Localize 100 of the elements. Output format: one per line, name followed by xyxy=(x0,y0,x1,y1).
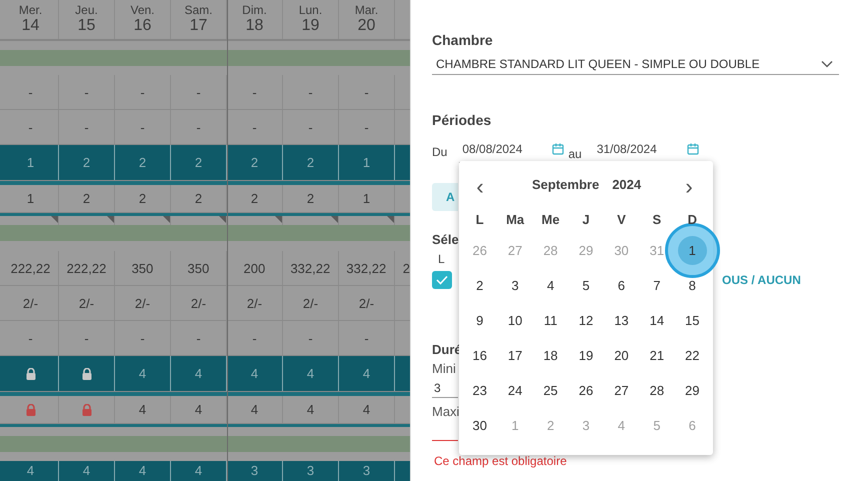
calendar-day[interactable]: 22 xyxy=(685,346,700,366)
day-name: Jeu. xyxy=(75,4,98,17)
day-name: Sam. xyxy=(184,4,212,17)
grid-value: 2 xyxy=(82,155,90,170)
calendar-icon[interactable] xyxy=(552,143,564,155)
grid-value: 4 xyxy=(250,402,258,417)
calendar-day[interactable]: 6 xyxy=(618,276,626,296)
grid-value: - xyxy=(308,330,313,346)
grid-value: - xyxy=(364,330,369,346)
grid-value: - xyxy=(28,330,33,346)
calendar-day[interactable]: 21 xyxy=(650,346,664,366)
grid-value: 350 xyxy=(188,260,210,276)
calendar-day[interactable]: 3 xyxy=(512,276,519,296)
chevron-down-icon xyxy=(821,60,833,68)
grid-value: 350 xyxy=(132,260,154,276)
calendar-day[interactable]: 23 xyxy=(472,380,487,400)
calendar-day[interactable]: 2 xyxy=(476,276,484,296)
day-number: 18 xyxy=(246,17,264,35)
day-number: 15 xyxy=(78,17,96,35)
grid-value: - xyxy=(84,330,89,346)
field-label: Séle xyxy=(432,231,459,249)
weekday-label: L xyxy=(438,251,445,267)
min-field[interactable]: 3 xyxy=(432,377,458,398)
grid-value: - xyxy=(28,84,33,100)
previous-month-button[interactable]: ‹ xyxy=(462,172,498,198)
month-title: Septembre xyxy=(532,176,600,194)
grid-value: 2 xyxy=(402,260,410,276)
calendar-day[interactable]: 18 xyxy=(543,346,558,366)
calendar-day[interactable]: 24 xyxy=(508,380,522,400)
calendar-day[interactable]: 25 xyxy=(543,380,558,400)
field-label: au xyxy=(568,146,582,163)
grid-value: 4 xyxy=(362,402,370,417)
weekday-header: Ma xyxy=(506,211,524,230)
calendar-day[interactable]: 9 xyxy=(476,310,484,330)
day-name: Mer. xyxy=(18,4,42,17)
grid-value: 2 xyxy=(306,155,314,170)
grid-value: 2 xyxy=(82,191,90,206)
check-icon xyxy=(436,275,448,285)
grid-value: - xyxy=(140,120,145,134)
field-label: Mini xyxy=(432,361,456,377)
grid-value: 3 xyxy=(362,463,370,478)
grid-value: 2 xyxy=(138,191,146,206)
day-number: 19 xyxy=(302,17,320,35)
calendar-day[interactable]: 16 xyxy=(472,346,487,366)
grid-value: 4 xyxy=(194,402,202,417)
grid-value: 2 xyxy=(138,155,146,170)
field-label: Du xyxy=(432,144,448,161)
grid-value: - xyxy=(84,120,89,134)
grid-value: - xyxy=(308,84,313,100)
calendar-day[interactable]: 19 xyxy=(578,346,594,366)
calendar-day[interactable]: 7 xyxy=(653,276,660,296)
calendar-day[interactable]: 30 xyxy=(472,416,487,436)
corner-flag-icon xyxy=(331,216,338,223)
grid-value: 1 xyxy=(362,155,370,170)
grid-value: 4 xyxy=(138,402,146,417)
calendar-day[interactable]: 28 xyxy=(650,380,664,400)
day-number: 17 xyxy=(190,17,208,35)
day-name: Ven. xyxy=(130,4,155,17)
grid-value: - xyxy=(140,330,145,346)
grid-value: 2 xyxy=(250,155,258,170)
grid-value: 1 xyxy=(362,191,370,206)
calendar-day[interactable]: 8 xyxy=(688,276,696,296)
calendar-day[interactable]: 14 xyxy=(650,310,664,330)
calendar-day[interactable]: 10 xyxy=(508,310,522,330)
grid-value: 200 xyxy=(244,260,266,276)
grid-value: 4 xyxy=(306,402,314,417)
next-month-button[interactable]: › xyxy=(671,172,707,198)
grid-value: - xyxy=(196,84,201,100)
room-select[interactable]: CHAMBRE STANDARD LIT QUEEN - SIMPLE OU DOUBLE xyxy=(432,53,839,75)
calendar-icon[interactable] xyxy=(686,143,699,155)
calendar-day[interactable]: 20 xyxy=(614,346,629,366)
calendar-day[interactable]: 4 xyxy=(546,276,554,296)
grid-value: 4 xyxy=(26,463,34,478)
calendar-day[interactable]: 1 xyxy=(688,240,696,260)
calendar-day[interactable]: 26 xyxy=(578,380,594,400)
calendar-day[interactable]: 27 xyxy=(614,380,629,400)
grid-value: 2 xyxy=(194,155,202,170)
calendar-day[interactable]: 12 xyxy=(578,310,594,330)
grid-value: 4 xyxy=(362,366,370,381)
field-label: Chambre xyxy=(432,31,493,49)
calendar-day[interactable]: 15 xyxy=(685,310,700,330)
grid-value: 2/- xyxy=(78,296,94,310)
grid-value: 2/- xyxy=(190,296,206,310)
day-checkbox[interactable] xyxy=(432,271,452,289)
lock-icon xyxy=(80,368,92,380)
grid-value: - xyxy=(196,330,201,346)
day-number: 20 xyxy=(358,17,376,35)
grid-value: - xyxy=(196,120,201,134)
grid-value: - xyxy=(252,84,257,100)
calendar-day[interactable]: 5 xyxy=(582,276,590,296)
calendar-day[interactable]: 11 xyxy=(544,310,558,330)
grid-value: 4 xyxy=(138,366,146,381)
calendar-day[interactable]: 13 xyxy=(614,310,629,330)
calendar-day[interactable]: 17 xyxy=(508,346,522,366)
day-name: Mar. xyxy=(354,4,378,17)
grid-value: 222,22 xyxy=(66,260,106,276)
corner-flag-icon xyxy=(219,216,226,223)
grid-value: 2/- xyxy=(302,296,318,310)
grid-value: 3 xyxy=(250,463,258,478)
calendar-day[interactable]: 29 xyxy=(685,380,700,400)
